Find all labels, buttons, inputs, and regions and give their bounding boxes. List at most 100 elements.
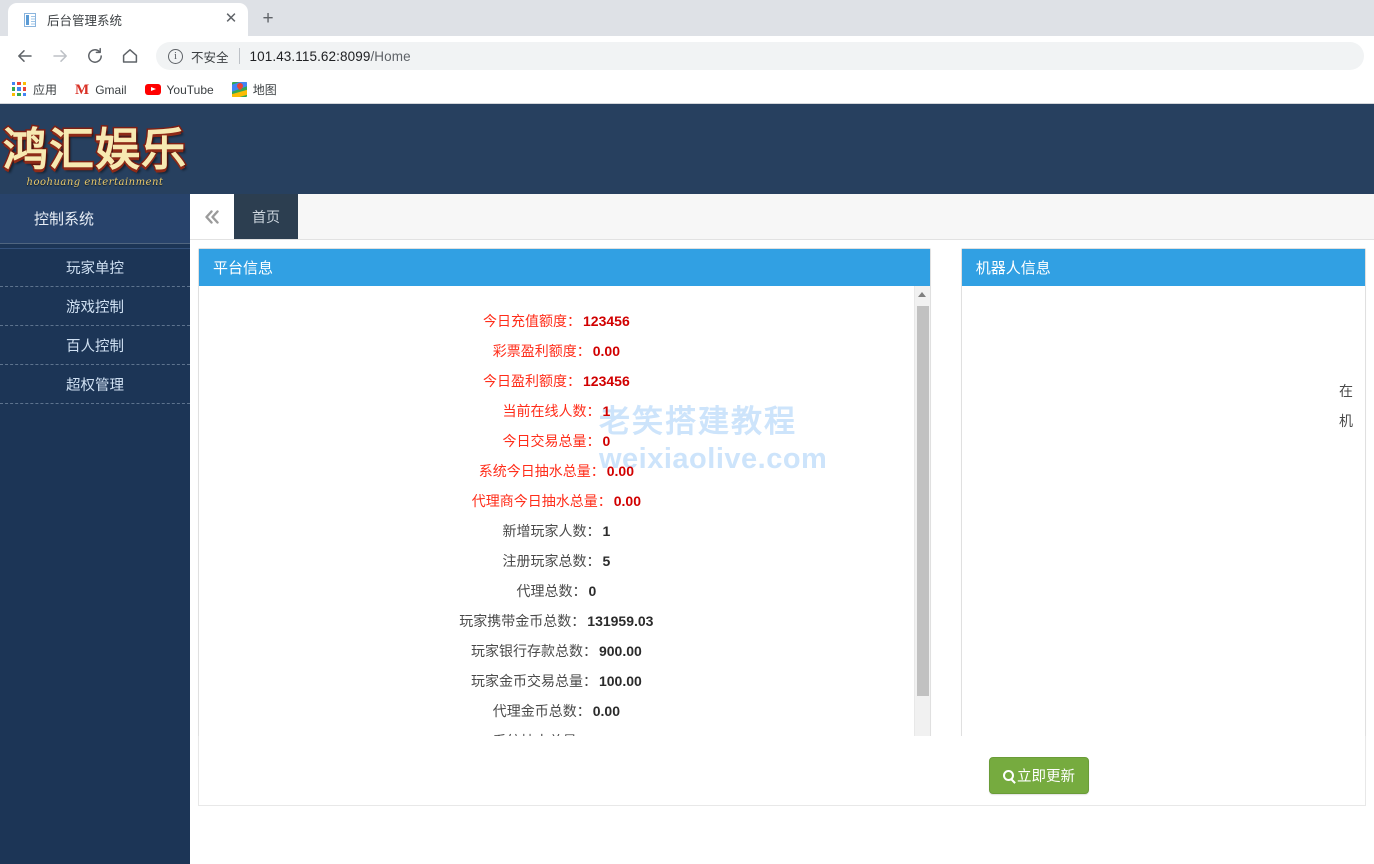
robot-info-line: 在 <box>1339 383 1353 399</box>
sidebar-item-player-control[interactable]: 玩家单控 <box>0 248 190 287</box>
update-now-button[interactable]: 立即更新 <box>989 757 1089 794</box>
platform-scrollbar[interactable] <box>913 286 930 766</box>
stat-label: 代理总数： <box>516 583 587 599</box>
stat-row: 玩家携带金币总数： 131959.03 <box>199 606 914 636</box>
collapse-sidebar-icon[interactable] <box>190 194 234 239</box>
stat-label: 今日充值额度： <box>483 313 582 329</box>
scroll-up-icon[interactable] <box>915 286 930 303</box>
bookmark-apps[interactable]: 应用 <box>12 81 57 98</box>
stat-label: 系统今日抽水总量： <box>478 463 605 479</box>
stat-label: 代理金币总数： <box>492 703 591 719</box>
stat-label: 彩票盈利额度： <box>492 343 591 359</box>
scrollbar-thumb[interactable] <box>916 306 929 696</box>
search-icon <box>1003 770 1014 781</box>
robot-info-line: 机 <box>1339 413 1353 429</box>
stat-row: 彩票盈利额度： 0.00 <box>199 336 914 366</box>
youtube-icon <box>144 84 161 95</box>
app-topbar <box>190 104 1374 194</box>
stat-value: 0 <box>602 433 611 449</box>
stat-value: 0 <box>588 583 597 599</box>
stat-row: 系统今日抽水总量： 0.00 <box>199 456 914 486</box>
stat-row: 今日充值额度： 123456 <box>199 306 914 336</box>
brand-logo[interactable]: 鸿汇娱乐 hoohuang entertainment <box>0 104 190 194</box>
robot-info-body: 在 机 <box>961 286 1365 766</box>
admin-app: 鸿汇娱乐 hoohuang entertainment 控制系统 玩家单控 游戏… <box>0 104 1374 864</box>
site-info-icon[interactable]: i <box>168 48 183 64</box>
stat-label: 玩家银行存款总数： <box>470 643 597 659</box>
address-bar-url: 101.43.115.62:8099/Home <box>250 49 411 64</box>
bookmark-label: Gmail <box>95 82 127 97</box>
sidebar-item-label: 游戏控制 <box>66 299 124 316</box>
url-host: 101.43.115.62:8099 <box>249 48 371 64</box>
stat-value: 0.00 <box>592 703 620 719</box>
panels-row: 平台信息 老笑搭建教程 weixiaolive.com 今日充值额度： 12345… <box>198 248 1366 767</box>
platform-info-body: 老笑搭建教程 weixiaolive.com 今日充值额度： 123456 彩票盈… <box>199 286 930 766</box>
sidebar-item-hundred-control[interactable]: 百人控制 <box>0 326 190 365</box>
bookmark-label: 应用 <box>33 83 58 97</box>
sidebar-system-title: 控制系统 <box>0 194 190 244</box>
bookmark-maps[interactable]: 地图 <box>231 81 277 98</box>
platform-info-panel: 平台信息 老笑搭建教程 weixiaolive.com 今日充值额度： 12345… <box>198 248 931 767</box>
sidebar-item-super-admin[interactable]: 超权管理 <box>0 365 190 404</box>
stat-label: 玩家金币交易总量： <box>470 673 597 689</box>
stat-row: 注册玩家总数： 5 <box>199 546 914 576</box>
stat-row: 当前在线人数： 1 <box>199 396 914 426</box>
browser-tabstrip: 后台管理系统 ✕ + <box>0 0 1374 36</box>
tab-home[interactable]: 首页 <box>234 194 298 239</box>
page-icon <box>22 12 38 28</box>
stat-label: 今日盈利额度： <box>483 373 582 389</box>
brand-logo-text: 鸿汇娱乐 <box>1 122 187 176</box>
brand-logo-subtitle: hoohuang entertainment <box>26 177 164 188</box>
robot-info-panel: 机器人信息 在 机 <box>960 248 1366 767</box>
stat-value: 1 <box>602 403 611 419</box>
gmail-icon: M <box>75 81 90 98</box>
stat-value: 0.00 <box>606 463 634 479</box>
bookmark-youtube[interactable]: YouTube <box>144 82 214 97</box>
browser-toolbar: i 不安全 101.43.115.62:8099/Home <box>0 36 1374 76</box>
browser-chrome: 后台管理系统 ✕ + i 不安全 101.43.115.62:8099/Home <box>0 0 1374 104</box>
stat-label: 当前在线人数： <box>502 403 601 419</box>
stat-row: 玩家金币交易总量： 100.00 <box>199 666 914 696</box>
reload-icon[interactable] <box>80 41 110 71</box>
close-icon[interactable]: ✕ <box>222 10 240 29</box>
address-bar[interactable]: i 不安全 101.43.115.62:8099/Home <box>156 42 1364 70</box>
update-now-label: 立即更新 <box>1017 769 1075 785</box>
forward-icon <box>45 41 75 71</box>
sidebar-item-label: 玩家单控 <box>66 261 124 277</box>
stat-value: 123456 <box>583 313 630 329</box>
bookmark-label: YouTube <box>166 82 214 97</box>
sidebar-item-label: 超权管理 <box>66 377 124 394</box>
stat-row: 代理金币总数： 0.00 <box>199 696 914 726</box>
omnibox-divider <box>238 48 240 64</box>
action-footer: 立即更新 <box>198 736 1366 806</box>
sidebar-item-game-control[interactable]: 游戏控制 <box>0 287 190 326</box>
stat-row: 代理商今日抽水总量： 0.00 <box>199 486 914 516</box>
stat-row: 新增玩家人数： 1 <box>199 516 914 546</box>
maps-icon <box>231 82 247 97</box>
stat-label: 注册玩家总数： <box>502 553 601 569</box>
new-tab-button[interactable]: + <box>254 5 282 33</box>
robot-info-lines: 在 机 <box>1339 376 1353 436</box>
tab-home-label: 首页 <box>252 208 280 225</box>
browser-tab[interactable]: 后台管理系统 ✕ <box>8 3 248 36</box>
stat-row: 玩家银行存款总数： 900.00 <box>199 636 914 666</box>
sidebar-menu: 玩家单控 游戏控制 百人控制 超权管理 <box>0 244 190 404</box>
sidebar-item-label: 百人控制 <box>66 338 124 355</box>
back-icon[interactable] <box>10 41 40 71</box>
bookmark-label: 地图 <box>252 83 277 97</box>
stat-label: 代理商今日抽水总量： <box>471 493 612 509</box>
content-tabbar: 首页 <box>190 194 1374 240</box>
bookmark-gmail[interactable]: M Gmail <box>75 81 127 98</box>
apps-grid-icon <box>12 82 27 97</box>
stat-value: 123456 <box>583 373 630 389</box>
home-icon[interactable] <box>115 41 145 71</box>
stat-value: 1 <box>602 523 611 539</box>
robot-info-title: 机器人信息 <box>961 249 1365 286</box>
stat-value: 0.00 <box>613 493 641 509</box>
stat-row: 今日交易总量： 0 <box>199 426 914 456</box>
stat-row: 代理总数： 0 <box>199 576 914 606</box>
stat-row: 今日盈利额度： 123456 <box>199 366 914 396</box>
sidebar: 鸿汇娱乐 hoohuang entertainment 控制系统 玩家单控 游戏… <box>0 104 190 864</box>
browser-tab-title: 后台管理系统 <box>47 14 123 28</box>
stat-label: 新增玩家人数： <box>502 523 601 539</box>
